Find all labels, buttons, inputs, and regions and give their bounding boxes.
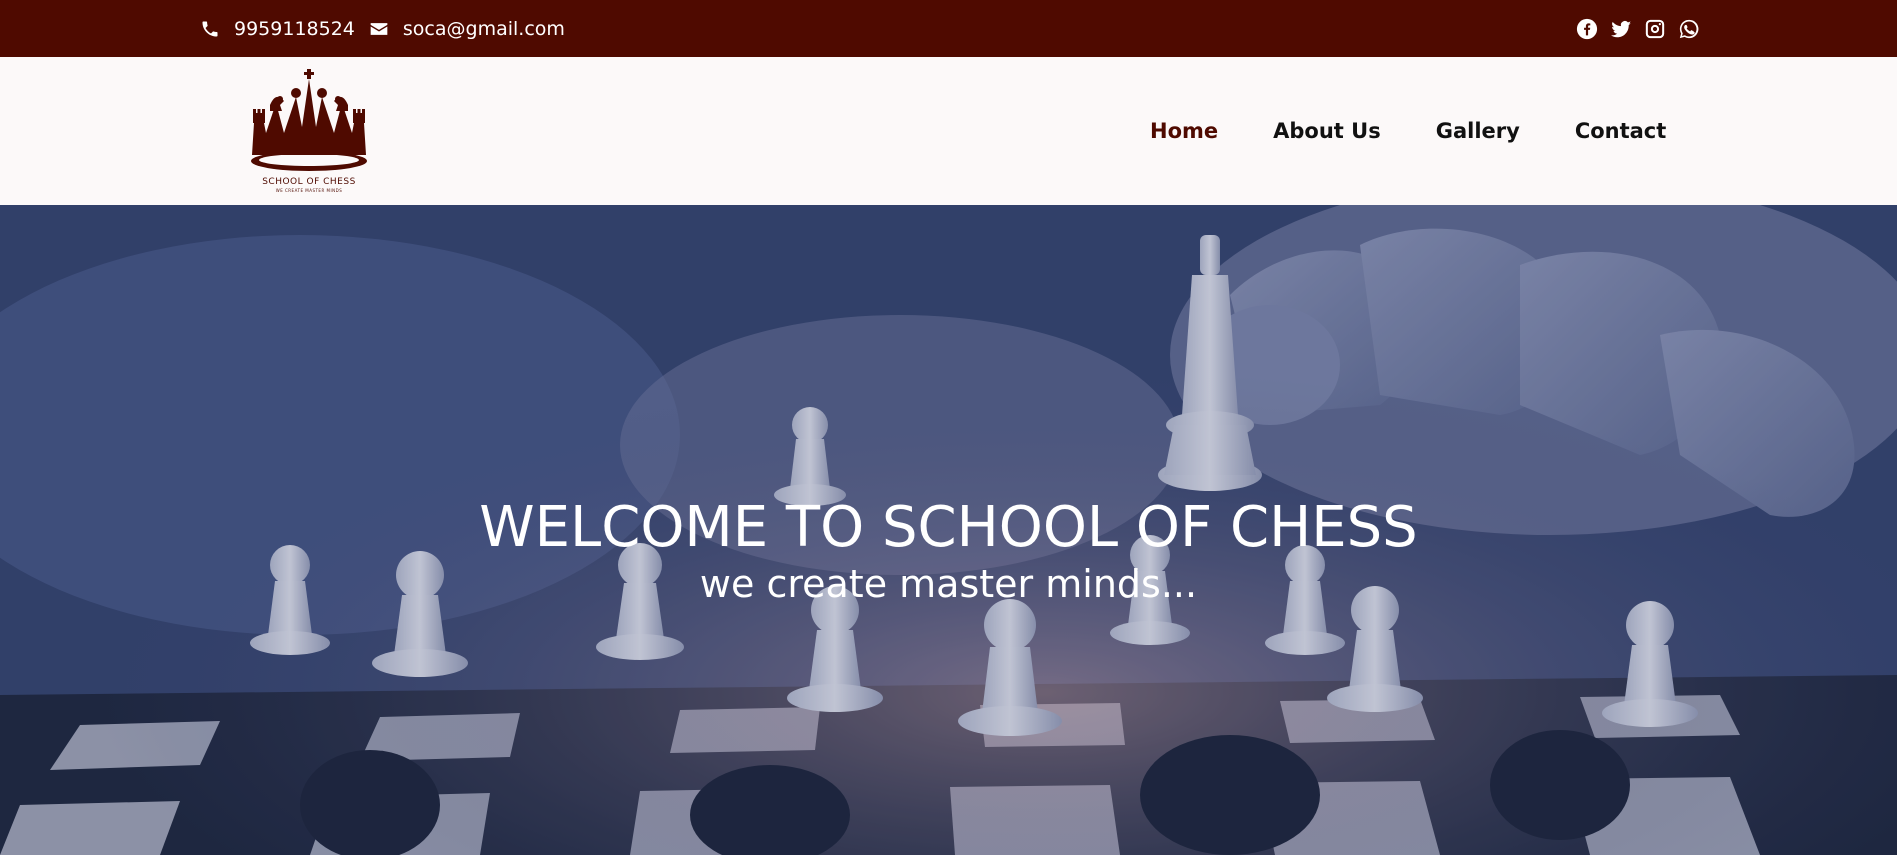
nav-about-us[interactable]: About Us [1273,119,1381,143]
site-header: SCHOOL OF CHESS WE CREATE MASTER MINDS H… [0,57,1897,205]
school-logo[interactable]: SCHOOL OF CHESS WE CREATE MASTER MINDS [244,67,374,195]
nav-home[interactable]: Home [1150,119,1218,143]
phone-icon [202,21,218,36]
contact-info: 9959118524 soca@gmail.com [200,0,579,57]
hero-banner: WELCOME TO SCHOOL OF CHESS we create mas… [0,205,1897,855]
phone-number[interactable]: 9959118524 [234,18,355,40]
top-bar: 9959118524 soca@gmail.com [0,0,1897,57]
twitter-icon[interactable] [1610,18,1632,40]
envelope-icon [370,22,388,35]
hero-subtitle: we create master minds... [699,562,1198,606]
hero-text: WELCOME TO SCHOOL OF CHESS we create mas… [0,495,1897,607]
crown-chess-logo [251,69,367,171]
hero-title: WELCOME TO SCHOOL OF CHESS [479,495,1418,560]
phone-contact[interactable]: 9959118524 [200,18,355,40]
logo-tagline: WE CREATE MASTER MINDS [275,188,343,193]
facebook-icon[interactable] [1576,18,1598,40]
nav-gallery[interactable]: Gallery [1436,119,1520,143]
logo-title: SCHOOL OF CHESS [262,177,356,187]
main-nav: Home About Us Gallery Contact [1150,57,1666,205]
whatsapp-icon[interactable] [1678,18,1700,40]
instagram-icon[interactable] [1644,18,1666,40]
social-links [1576,0,1712,57]
email-address[interactable]: soca@gmail.com [403,18,565,40]
email-contact[interactable]: soca@gmail.com [369,18,565,40]
nav-contact[interactable]: Contact [1575,119,1667,143]
